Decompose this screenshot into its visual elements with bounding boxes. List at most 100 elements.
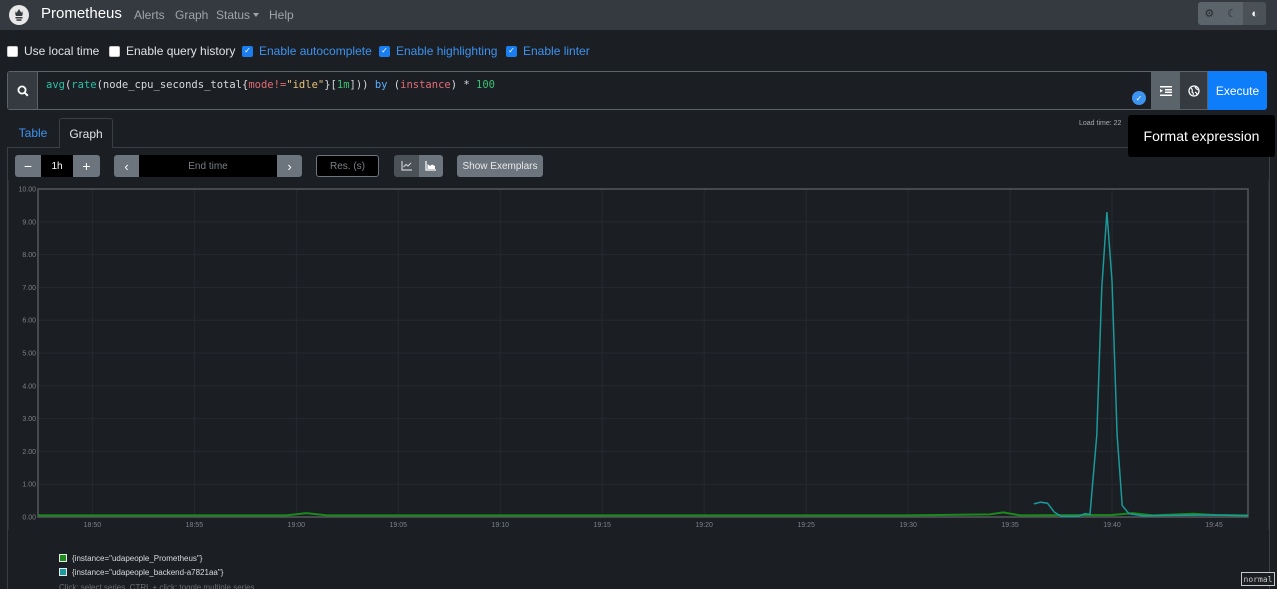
area-chart-icon <box>425 161 437 171</box>
format-expression-button[interactable] <box>1151 71 1180 110</box>
option-enable-autocomplete[interactable]: ✓ Enable autocomplete <box>242 44 372 58</box>
indent-icon <box>1159 85 1172 96</box>
checkbox-checked[interactable]: ✓ <box>379 45 390 57</box>
legend-hint: Click: select series, CTRL + click: togg… <box>59 583 255 589</box>
nav-alerts[interactable]: Alerts <box>134 8 165 22</box>
x-tick-label: 19:15 <box>593 522 611 529</box>
y-tick-label: 5.00 <box>22 351 36 358</box>
end-time-input[interactable]: End time <box>139 155 277 177</box>
option-label: Use local time <box>24 44 100 58</box>
expression-input[interactable]: avg(rate(node_cpu_seconds_total{mode!="i… <box>7 71 1152 110</box>
graph-chart[interactable]: 0.00 1.00 2.00 3.00 4.00 5.00 6.00 7.00 8.00 9.00… <box>0 180 1277 530</box>
theme-auto-button[interactable]: ◐ <box>1243 2 1266 25</box>
theme-switcher: ⚙ ☾ ◐ <box>1198 2 1266 25</box>
expression-token: ( <box>387 79 401 91</box>
legend-label: {instance="udapeople_Prometheus"} <box>72 553 203 563</box>
theme-dark-button[interactable]: ☾ <box>1221 2 1244 25</box>
checkbox-checked[interactable]: ✓ <box>242 45 253 57</box>
expression-token: 100 <box>476 79 495 91</box>
mode-indicator: normal <box>1241 572 1275 586</box>
x-tick-label: 19:35 <box>1001 522 1019 529</box>
load-time: Load time: 22 <box>1079 120 1122 127</box>
tab-table[interactable]: Table <box>12 118 54 148</box>
caret-down-icon <box>253 13 260 17</box>
y-tick-label: 0.00 <box>22 515 36 522</box>
expression-token: "idle" <box>286 79 325 91</box>
checkbox[interactable] <box>109 45 120 57</box>
legend-item[interactable]: {instance="udapeople_Prometheus"} <box>59 551 223 565</box>
y-tick-label: 2.00 <box>22 449 36 456</box>
metrics-explorer-button[interactable] <box>1179 71 1208 110</box>
x-tick-label: 19:40 <box>1103 522 1121 529</box>
y-tick-label: 3.00 <box>22 416 36 423</box>
y-tick-label: 7.00 <box>22 285 36 292</box>
y-tick-label: 4.00 <box>22 383 36 390</box>
x-tick-label: 19:30 <box>899 522 917 529</box>
legend-swatch <box>59 568 67 576</box>
stacked-button[interactable] <box>418 155 443 177</box>
expression-token: ) * <box>450 79 477 91</box>
globe-icon <box>1187 84 1200 97</box>
checkbox-checked[interactable]: ✓ <box>506 45 517 57</box>
end-time-back-button[interactable]: ‹ <box>114 155 139 177</box>
expression-token: != <box>273 79 287 91</box>
end-time-forward-button[interactable]: › <box>277 155 302 177</box>
option-enable-linter[interactable]: ✓ Enable linter <box>506 44 590 58</box>
legend: {instance="udapeople_Prometheus"} {instan… <box>59 551 223 579</box>
option-label: Enable highlighting <box>396 44 498 58</box>
decrease-range-button[interactable]: − <box>15 155 41 177</box>
range-input[interactable]: 1h <box>41 155 73 177</box>
x-tick-label: 19:10 <box>491 522 509 529</box>
gear-icon: ⚙ <box>1204 8 1215 20</box>
navbar: Prometheus Alerts Graph Status Help ⚙ ☾ … <box>0 0 1277 30</box>
y-tick-label: 1.00 <box>22 482 36 489</box>
series-line-1 <box>1033 211 1249 518</box>
expression-token: 1m <box>336 79 350 91</box>
expression-token: instance <box>400 79 451 91</box>
y-tick-label: 6.00 <box>22 318 36 325</box>
theme-light-button[interactable]: ⚙ <box>1198 2 1221 25</box>
checkbox[interactable] <box>7 45 18 57</box>
x-tick-label: 19:45 <box>1205 522 1223 529</box>
nav-status-dropdown[interactable]: Status <box>216 8 260 22</box>
resolution-input[interactable]: Res. (s) <box>316 155 379 177</box>
execute-button[interactable]: Execute <box>1208 71 1267 110</box>
option-use-local-time[interactable]: Use local time <box>7 44 99 58</box>
tab-graph[interactable]: Graph <box>59 118 113 148</box>
x-tick-label: 18:55 <box>186 522 204 529</box>
expression-token: mode <box>248 79 274 91</box>
legend-swatch <box>59 554 67 562</box>
option-label: Enable linter <box>523 44 590 58</box>
expression-token: by <box>374 79 388 91</box>
option-label: Enable query history <box>126 44 236 58</box>
x-tick-label: 19:25 <box>797 522 815 529</box>
y-tick-label: 10.00 <box>18 187 36 194</box>
line-chart-icon <box>401 161 412 171</box>
legend-item[interactable]: {instance="udapeople_backend-a7821aa"} <box>59 565 223 579</box>
expression-token: rate <box>71 79 97 91</box>
expression-token: node_cpu_seconds_total <box>102 79 242 91</box>
expression-token: avg <box>46 79 65 91</box>
x-tick-label: 18:50 <box>84 522 102 529</box>
y-tick-label: 8.00 <box>22 252 36 259</box>
expression-token: ])) <box>349 79 375 91</box>
format-expression-tooltip: Format expression <box>1128 115 1275 157</box>
adjust-icon: ◐ <box>1251 7 1258 20</box>
unstacked-button[interactable] <box>394 155 419 177</box>
expression-token: }[ <box>324 79 337 91</box>
option-enable-query-history[interactable]: Enable query history <box>109 44 235 58</box>
expression-text[interactable]: avg(rate(node_cpu_seconds_total{mode!="i… <box>46 79 495 91</box>
option-enable-highlighting[interactable]: ✓ Enable highlighting <box>379 44 497 58</box>
series-line-0 <box>38 511 1249 517</box>
nav-help[interactable]: Help <box>269 8 294 22</box>
nav-graph[interactable]: Graph <box>175 8 208 22</box>
moon-icon: ☾ <box>1227 8 1237 20</box>
nav-status-label: Status <box>216 8 251 22</box>
show-exemplars-button[interactable]: Show Exemplars <box>457 155 543 177</box>
check-circle-icon: ✓ <box>1132 91 1146 105</box>
brand-title[interactable]: Prometheus <box>41 5 122 22</box>
y-tick-label: 9.00 <box>22 219 36 226</box>
prometheus-logo-icon[interactable] <box>9 5 29 25</box>
increase-range-button[interactable]: + <box>73 155 100 177</box>
x-tick-label: 19:00 <box>288 522 306 529</box>
